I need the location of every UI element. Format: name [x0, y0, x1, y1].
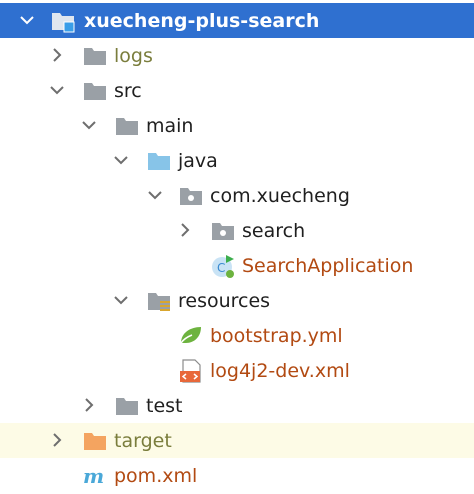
package-icon: [212, 223, 234, 240]
tree-row-log4j2-dev-xml[interactable]: log4j2-dev.xml: [0, 353, 474, 388]
chevron-down-icon[interactable]: [146, 186, 164, 204]
tree-label-com-xuecheng: com.xuecheng: [210, 185, 350, 207]
svg-text:C: C: [217, 261, 225, 275]
tree-row-logs[interactable]: logs: [0, 38, 474, 73]
spring-boot-class-icon: C: [212, 255, 234, 278]
folder-icon: [116, 118, 138, 135]
chevron-down-icon[interactable]: [112, 151, 130, 169]
excluded-folder-icon: [84, 433, 106, 450]
chevron-down-icon[interactable]: [112, 291, 130, 309]
tree-row-resources[interactable]: resources: [0, 283, 474, 318]
xml-file-icon: [180, 359, 201, 383]
tree-row-bootstrap-yml[interactable]: bootstrap.yml: [0, 318, 474, 353]
resources-root-folder-icon: [148, 293, 170, 311]
tree-label-target: target: [114, 430, 172, 452]
tree-label-search-application: SearchApplication: [242, 255, 414, 277]
tree-row-test[interactable]: test: [0, 388, 474, 423]
chevron-right-icon[interactable]: [48, 46, 66, 64]
tree-label-root: xuecheng-plus-search: [84, 10, 320, 32]
folder-icon: [84, 83, 106, 100]
tree-row-search[interactable]: search: [0, 213, 474, 248]
tree-row-root[interactable]: xuecheng-plus-search: [0, 3, 474, 38]
chevron-down-icon[interactable]: [18, 11, 36, 29]
chevron-down-icon[interactable]: [48, 81, 66, 99]
source-root-folder-icon: [148, 153, 170, 170]
svg-text:m: m: [83, 464, 104, 488]
chevron-right-icon[interactable]: [176, 221, 194, 239]
package-icon: [180, 188, 202, 205]
tree-label-java: java: [178, 150, 218, 172]
tree-label-src: src: [114, 80, 142, 102]
tree-label-pom-xml: pom.xml: [114, 465, 198, 487]
tree-label-resources: resources: [178, 290, 271, 312]
module-folder-icon: [52, 13, 75, 33]
tree-label-log4j2-dev-xml: log4j2-dev.xml: [210, 360, 350, 382]
spring-yaml-icon: [180, 327, 201, 344]
folder-icon: [116, 398, 138, 415]
tree-label-bootstrap-yml: bootstrap.yml: [210, 325, 343, 347]
tree-row-java[interactable]: java: [0, 143, 474, 178]
tree-label-search: search: [242, 220, 306, 242]
tree-row-pom-xml[interactable]: m pom.xml: [0, 458, 474, 493]
tree-label-main: main: [146, 115, 194, 137]
tree-label-logs: logs: [114, 45, 153, 67]
chevron-right-icon[interactable]: [48, 431, 66, 449]
folder-icon: [84, 48, 106, 65]
tree-row-src[interactable]: src: [0, 73, 474, 108]
tree-row-target[interactable]: target: [0, 423, 474, 458]
chevron-down-icon[interactable]: [80, 116, 98, 134]
tree-row-search-application[interactable]: C SearchApplication: [0, 248, 474, 283]
tree-row-main[interactable]: main: [0, 108, 474, 143]
tree-row-com-xuecheng[interactable]: com.xuecheng: [0, 178, 474, 213]
chevron-right-icon[interactable]: [80, 396, 98, 414]
maven-pom-icon: m: [83, 464, 104, 488]
tree-label-test: test: [146, 395, 183, 417]
